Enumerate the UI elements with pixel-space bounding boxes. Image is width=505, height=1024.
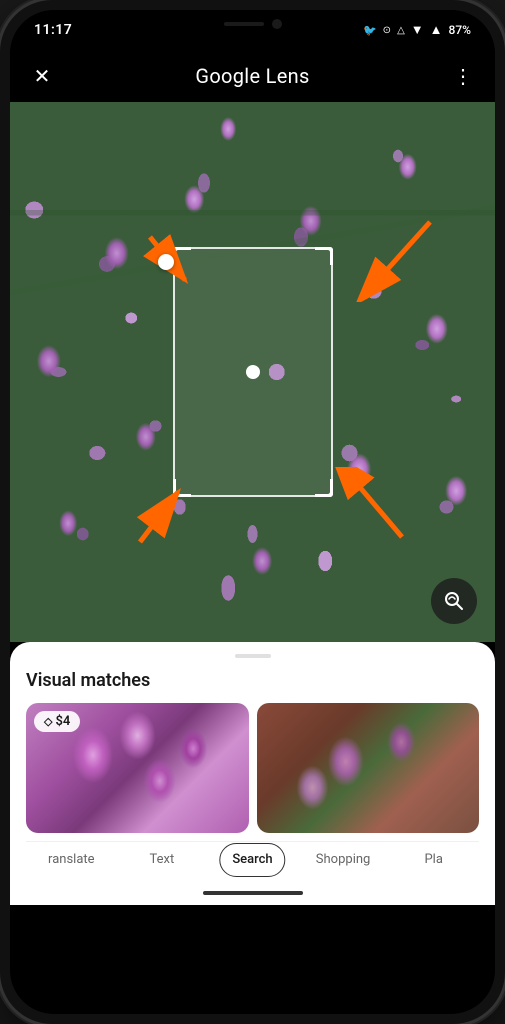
status-time: 11:17 — [34, 22, 72, 38]
results-grid: ◇ $4 — [26, 703, 479, 833]
front-camera — [272, 19, 282, 29]
twitter-icon: 🐦 — [363, 24, 377, 37]
tab-translate-label: ranslate — [48, 852, 95, 867]
lens-icon — [442, 589, 466, 613]
tab-search-label: Search — [232, 852, 272, 867]
signal-icon: ▲ — [430, 22, 443, 38]
phone-screen: 11:17 🐦 ⊙ △ ▼ ▲ 87% ✕ Google Lens ⋮ — [10, 10, 495, 1014]
tab-places[interactable]: Pla — [388, 842, 479, 877]
arrow-bottom-left — [120, 472, 210, 552]
tab-text-label: Text — [150, 852, 175, 867]
lens-search-button[interactable] — [431, 578, 477, 624]
app-header: ✕ Google Lens ⋮ — [10, 50, 495, 102]
result-card-2[interactable] — [257, 703, 480, 833]
bottom-panel: Visual matches ◇ $4 ranslate Te — [10, 642, 495, 885]
home-bar[interactable] — [203, 891, 303, 895]
arrow-bottom-right — [330, 467, 420, 547]
price-icon: ◇ — [44, 715, 52, 728]
phone-frame: 11:17 🐦 ⊙ △ ▼ ▲ 87% ✕ Google Lens ⋮ — [0, 0, 505, 1024]
close-button[interactable]: ✕ — [26, 64, 58, 88]
home-indicator-area — [10, 885, 495, 905]
drag-handle-top-left[interactable] — [158, 254, 174, 270]
overflow-menu-button[interactable]: ⋮ — [447, 64, 479, 88]
selection-center-dot[interactable] — [246, 365, 260, 379]
lens-text: Lens — [260, 64, 309, 88]
corner-handle-tr[interactable] — [315, 247, 333, 265]
price-badge-1: ◇ $4 — [34, 711, 80, 732]
speaker — [224, 22, 264, 26]
ring-icon: ⊙ — [383, 25, 391, 36]
tab-translate[interactable]: ranslate — [26, 842, 117, 877]
result-card-1[interactable]: ◇ $4 — [26, 703, 249, 833]
nav-tabs: ranslate Text Search Shopping Pla — [26, 841, 479, 885]
app-title: Google Lens — [195, 64, 309, 88]
panel-title: Visual matches — [26, 670, 479, 691]
tab-shopping-label: Shopping — [316, 852, 371, 867]
camera-viewfinder[interactable] — [10, 102, 495, 642]
drag-indicator[interactable] — [235, 654, 271, 658]
google-text: Google — [195, 64, 260, 88]
tab-shopping[interactable]: Shopping — [298, 842, 389, 877]
tab-search[interactable]: Search — [207, 842, 298, 877]
wifi-icon: ▼ — [411, 22, 424, 38]
arrow-top-right — [355, 212, 445, 302]
alerts-icon: △ — [397, 25, 405, 36]
tab-text[interactable]: Text — [117, 842, 208, 877]
status-icons: 🐦 ⊙ △ ▼ ▲ 87% — [363, 22, 471, 38]
price-value: $4 — [55, 714, 70, 729]
tab-places-label: Pla — [424, 852, 442, 867]
battery-level: 87% — [449, 23, 471, 37]
notch — [193, 10, 313, 38]
